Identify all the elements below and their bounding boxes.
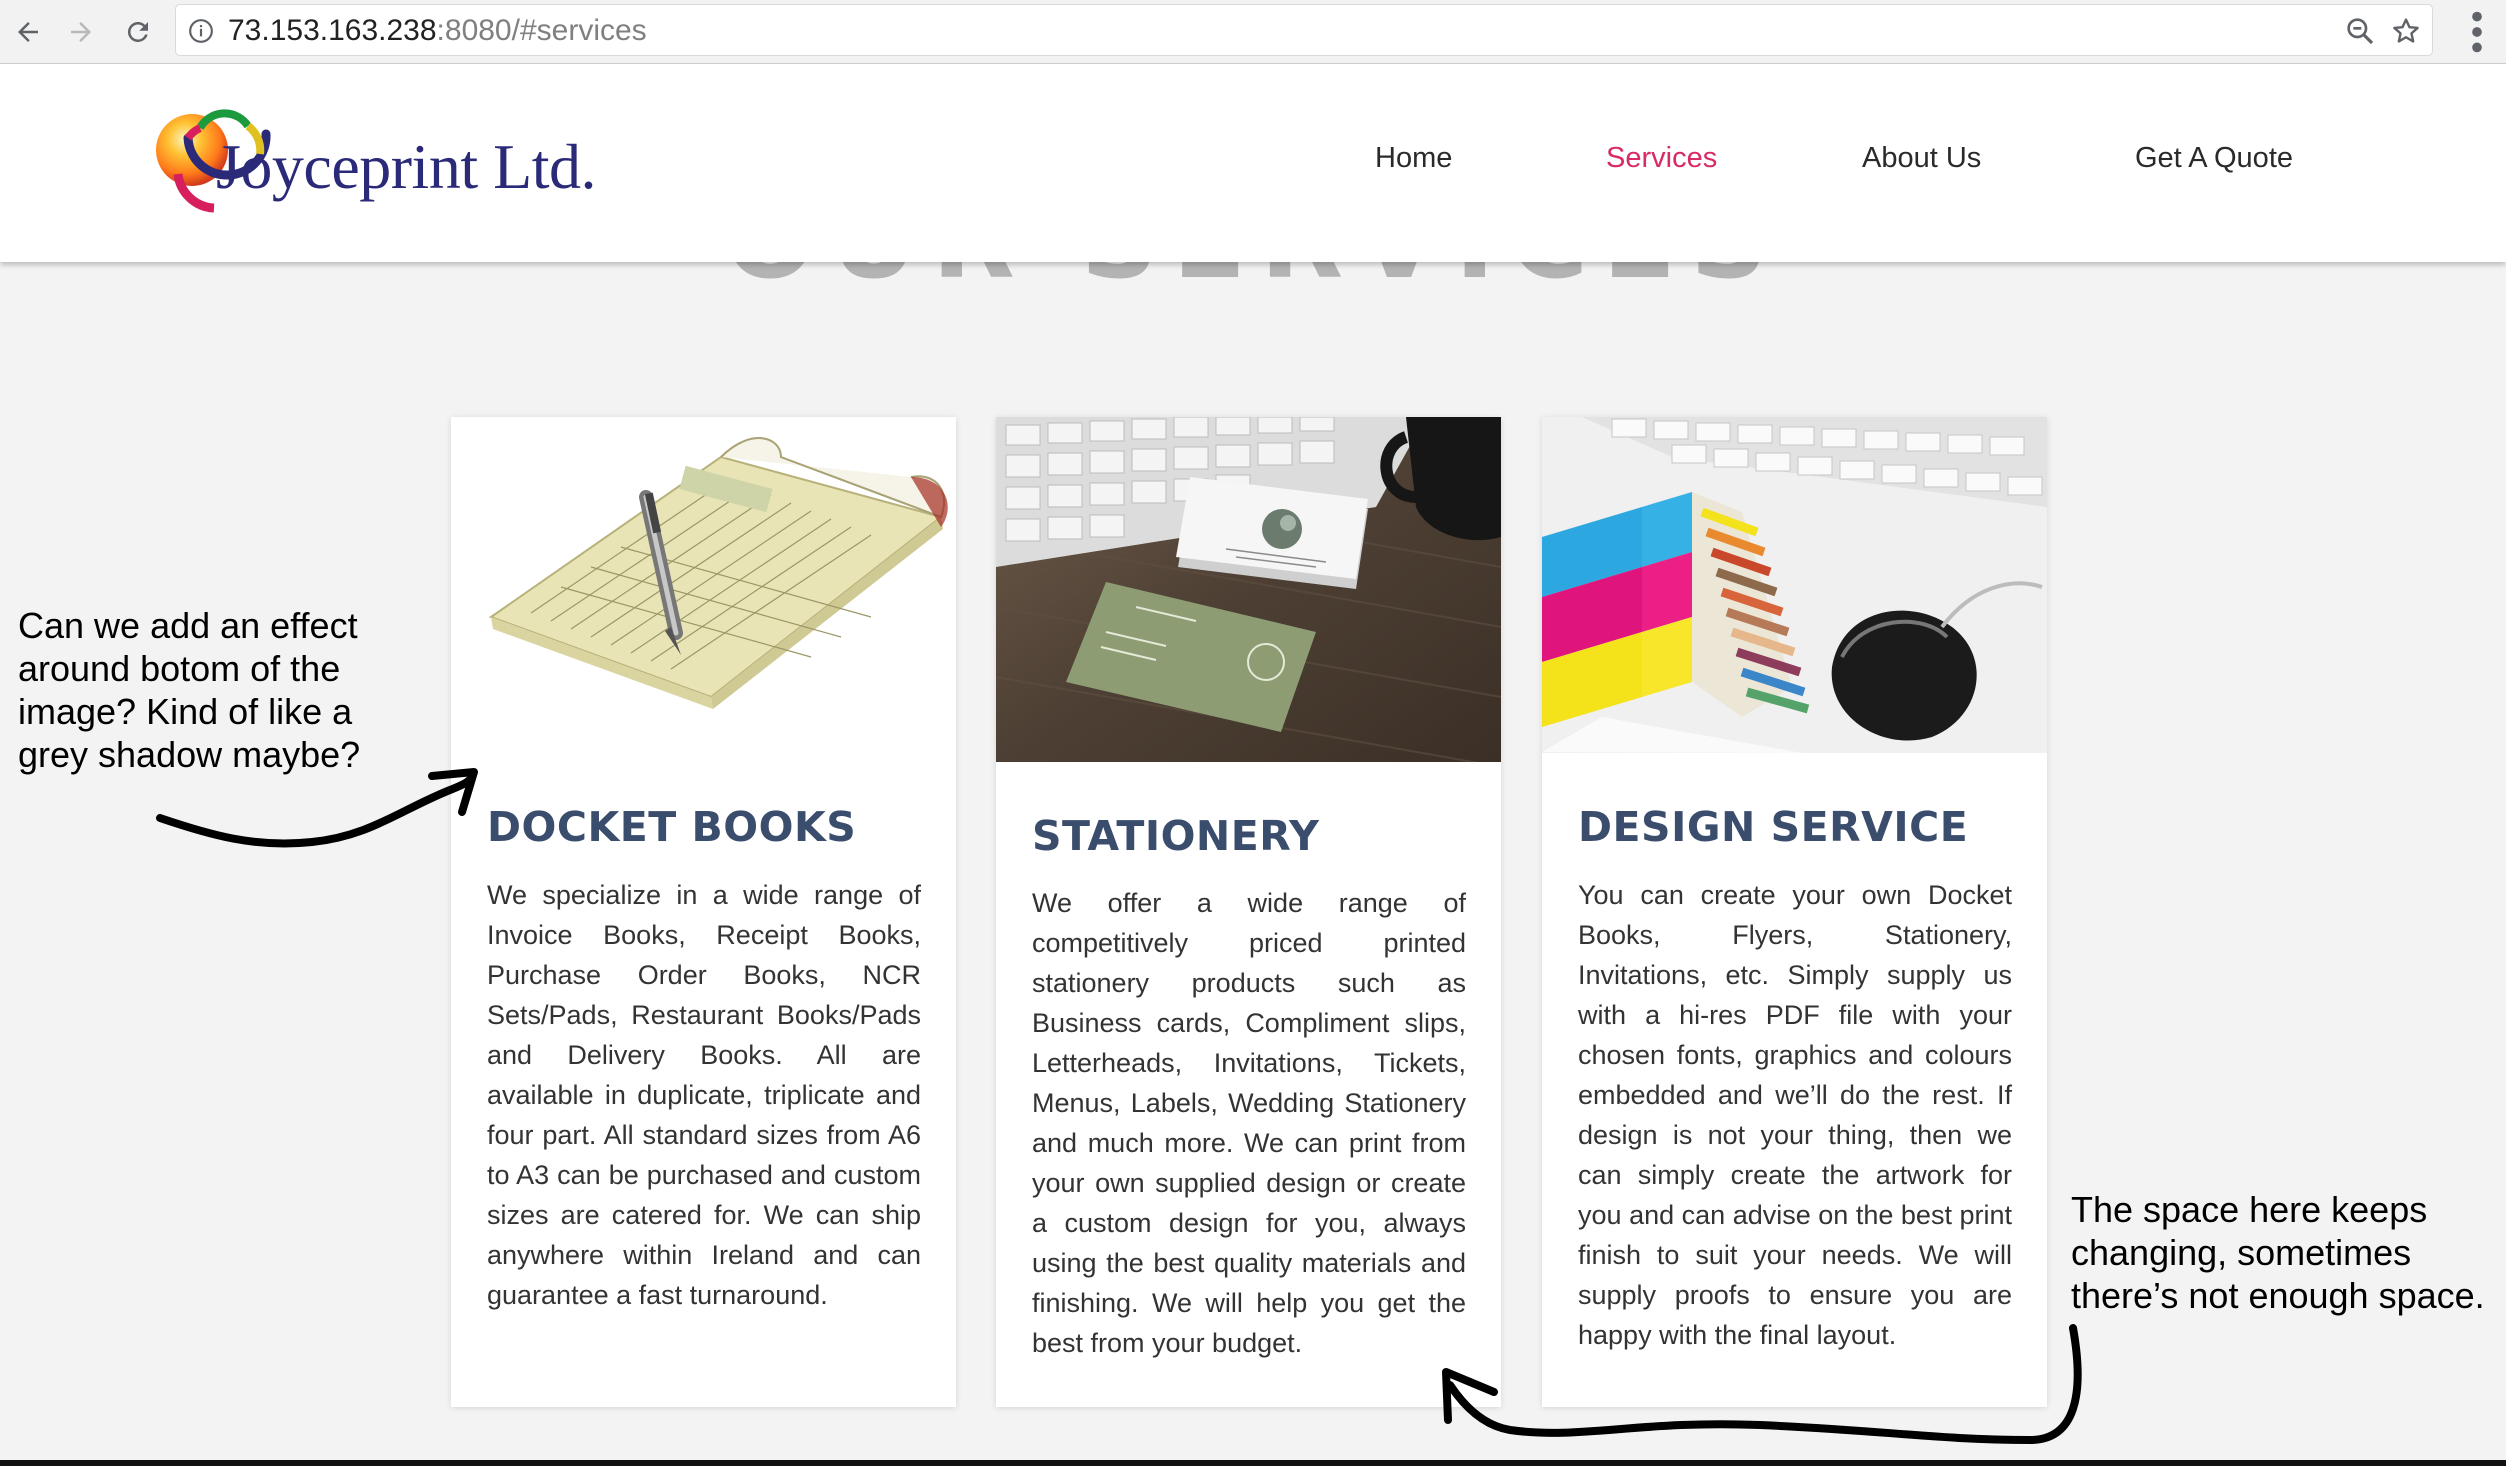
reload-button[interactable] (112, 6, 164, 58)
card-title: DESIGN SERVICE (1578, 803, 1969, 851)
nav-home[interactable]: Home (1375, 142, 1452, 175)
logo-text: Joyceprint Ltd. (216, 131, 596, 202)
url-text: 73.153.163.238:8080/#services (228, 13, 647, 49)
colour-swatch-image (1542, 417, 2047, 753)
nav-services[interactable]: Services (1606, 142, 1717, 175)
nav-get-a-quote[interactable]: Get A Quote (2135, 142, 2293, 175)
card-description: We offer a wide range of competitively p… (1032, 888, 1466, 1358)
arrow-left-icon (156, 772, 476, 848)
url-host: 73.153.163.238 (228, 14, 437, 47)
forward-button[interactable] (55, 6, 107, 58)
back-arrow-icon (18, 22, 38, 42)
bottom-border (0, 1460, 2506, 1466)
card-title: DOCKET BOOKS (487, 803, 857, 851)
service-card-stationery: STATIONERY We offer a wide range of comp… (996, 417, 1501, 1407)
docket-book-image (451, 417, 956, 753)
card-description: You can create your own Docket Books, Fl… (1578, 880, 2012, 1350)
annotation-left: Can we add an effect around botom of the… (18, 605, 361, 775)
url-rest: :8080/#services (436, 14, 647, 47)
site-header: Joyceprint Ltd. Home Services About Us G… (0, 64, 2506, 262)
joyceprint-logo[interactable]: Joyceprint Ltd. (148, 104, 608, 224)
reload-icon (127, 21, 148, 42)
browser-toolbar: 73.153.163.238:8080/#services (0, 0, 2506, 64)
card-title: STATIONERY (1032, 812, 1320, 860)
forward-arrow-icon (71, 22, 91, 42)
zoom-icon[interactable] (2344, 15, 2376, 47)
business-cards-image (996, 417, 1501, 762)
address-bar[interactable]: 73.153.163.238:8080/#services (175, 4, 2433, 56)
card-description: We specialize in a wide range of Invoice… (487, 880, 921, 1310)
nav-about-us[interactable]: About Us (1862, 142, 1981, 175)
service-card-docket-books: DOCKET BOOKS We specialize in a wide ran… (451, 417, 956, 1407)
bookmark-star-icon[interactable] (2390, 15, 2422, 47)
back-button[interactable] (2, 6, 54, 58)
more-menu-icon[interactable] (2470, 10, 2484, 54)
service-card-design-service: DESIGN SERVICE You can create your own D… (1542, 417, 2047, 1407)
info-icon[interactable] (188, 18, 214, 44)
annotation-right: The space here keeps changing, sometimes… (2071, 1189, 2485, 1316)
